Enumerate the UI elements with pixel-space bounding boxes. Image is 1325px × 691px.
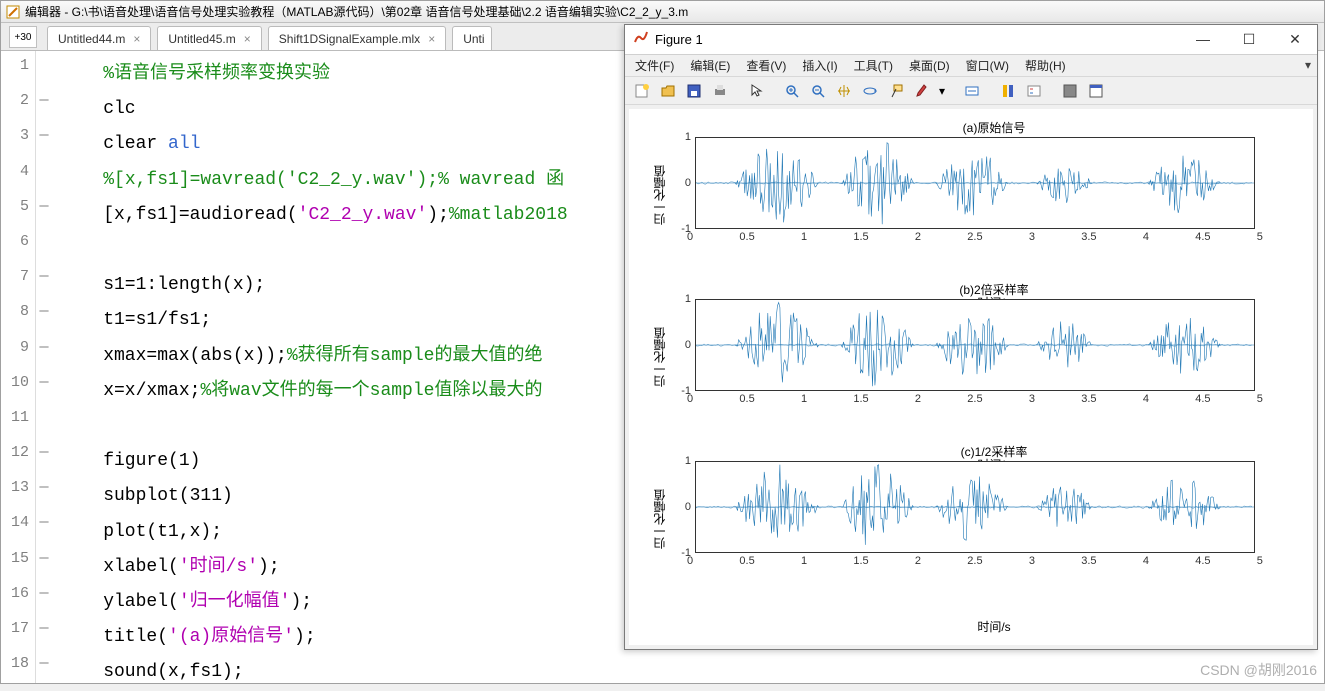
close-icon[interactable]: × (133, 32, 140, 46)
matlab-logo-icon (633, 30, 649, 49)
tab-label: Unti (463, 32, 484, 46)
menu-file[interactable]: 文件(F) (635, 57, 674, 74)
menu-tools[interactable]: 工具(T) (854, 57, 893, 74)
menu-view[interactable]: 查看(V) (746, 57, 786, 74)
colorbar-icon[interactable] (997, 80, 1019, 102)
x-ticks: 00.511.522.533.544.55 (687, 231, 1263, 243)
new-figure-icon[interactable] (631, 80, 653, 102)
plot-area[interactable] (695, 299, 1255, 391)
show-tools-icon[interactable] (1085, 80, 1107, 102)
menu-help[interactable]: 帮助(H) (1025, 57, 1066, 74)
subplot-title: (a)原始信号 (695, 119, 1293, 136)
figure-toolbar: ▾ (625, 77, 1317, 105)
editor-icon (5, 4, 21, 20)
zoom-in-icon[interactable] (781, 80, 803, 102)
legend-icon[interactable] (1023, 80, 1045, 102)
link-data-icon[interactable] (961, 80, 983, 102)
close-button[interactable]: ✕ (1281, 31, 1309, 48)
gutter-fold-indicator[interactable]: +30 (9, 26, 37, 48)
subplot-title: (c)1/2采样率 (695, 443, 1293, 460)
figure-window: Figure 1 — ☐ ✕ 文件(F) 编辑(E) 查看(V) 插入(I) 工… (624, 24, 1318, 650)
watermark: CSDN @胡刚2016 (1200, 660, 1317, 680)
figure-menubar: 文件(F) 编辑(E) 查看(V) 插入(I) 工具(T) 桌面(D) 窗口(W… (625, 55, 1317, 77)
pointer-icon[interactable] (745, 80, 767, 102)
figure-canvas: (a)原始信号 归一化幅值 10-1 00.511.522.533.544.55… (629, 109, 1313, 645)
tab-label: Untitled44.m (58, 32, 125, 46)
plot-area[interactable] (695, 461, 1255, 553)
editor-titlebar: 编辑器 - G:\书\语音处理\语音信号处理实验教程（MATLAB源代码）\第0… (1, 1, 1324, 23)
subplot-title: (b)2倍采样率 (695, 281, 1293, 298)
brush-icon[interactable] (911, 80, 933, 102)
subplot-3: (c)1/2采样率 归一化幅值 10-1 00.511.522.533.544.… (695, 461, 1293, 603)
zoom-out-icon[interactable] (807, 80, 829, 102)
subplot-ylabel: 归一化幅值 (651, 489, 668, 549)
plot-area[interactable] (695, 137, 1255, 229)
close-icon[interactable]: × (244, 32, 251, 46)
line-number-gutter: 123456789101112131415161718 (1, 51, 36, 683)
editor-title-text: 编辑器 - G:\书\语音处理\语音信号处理实验教程（MATLAB源代码）\第0… (25, 3, 688, 20)
tab-untitled45[interactable]: Untitled45.m × (157, 26, 261, 50)
menu-insert[interactable]: 插入(I) (802, 57, 837, 74)
x-ticks: 00.511.522.533.544.55 (687, 393, 1263, 405)
close-icon[interactable]: × (428, 32, 435, 46)
subplot-2: (b)2倍采样率 归一化幅值 10-1 00.511.522.533.544.5… (695, 299, 1293, 441)
x-ticks: 00.511.522.533.544.55 (687, 555, 1263, 567)
data-cursor-icon[interactable] (885, 80, 907, 102)
save-icon[interactable] (683, 80, 705, 102)
executable-marker-gutter: —————————————— (36, 51, 58, 683)
open-icon[interactable] (657, 80, 679, 102)
maximize-button[interactable]: ☐ (1235, 31, 1263, 48)
menu-desktop[interactable]: 桌面(D) (909, 57, 950, 74)
tab-label: Untitled45.m (168, 32, 235, 46)
rotate-3d-icon[interactable] (859, 80, 881, 102)
tab-shift1d[interactable]: Shift1DSignalExample.mlx × (268, 26, 446, 50)
figure-title: Figure 1 (655, 32, 703, 47)
print-icon[interactable] (709, 80, 731, 102)
figure-titlebar[interactable]: Figure 1 — ☐ ✕ (625, 25, 1317, 55)
minimize-button[interactable]: — (1189, 31, 1217, 48)
subplot-xlabel: 时间/s (695, 618, 1293, 635)
dropdown-icon[interactable]: ▾ (937, 80, 947, 102)
pan-icon[interactable] (833, 80, 855, 102)
hide-tools-icon[interactable] (1059, 80, 1081, 102)
y-ticks: 10-1 (671, 131, 691, 235)
subplot-ylabel: 归一化幅值 (651, 165, 668, 225)
menu-window[interactable]: 窗口(W) (966, 57, 1009, 74)
subplot-1: (a)原始信号 归一化幅值 10-1 00.511.522.533.544.55… (695, 137, 1293, 279)
tab-cutoff[interactable]: Unti (452, 26, 492, 50)
y-ticks: 10-1 (671, 455, 691, 559)
menubar-overflow-icon[interactable]: ▾ (1305, 58, 1311, 72)
menu-edit[interactable]: 编辑(E) (690, 57, 730, 74)
subplot-ylabel: 归一化幅值 (651, 327, 668, 387)
y-ticks: 10-1 (671, 293, 691, 397)
tab-untitled44[interactable]: Untitled44.m × (47, 26, 151, 50)
tab-label: Shift1DSignalExample.mlx (279, 32, 420, 46)
